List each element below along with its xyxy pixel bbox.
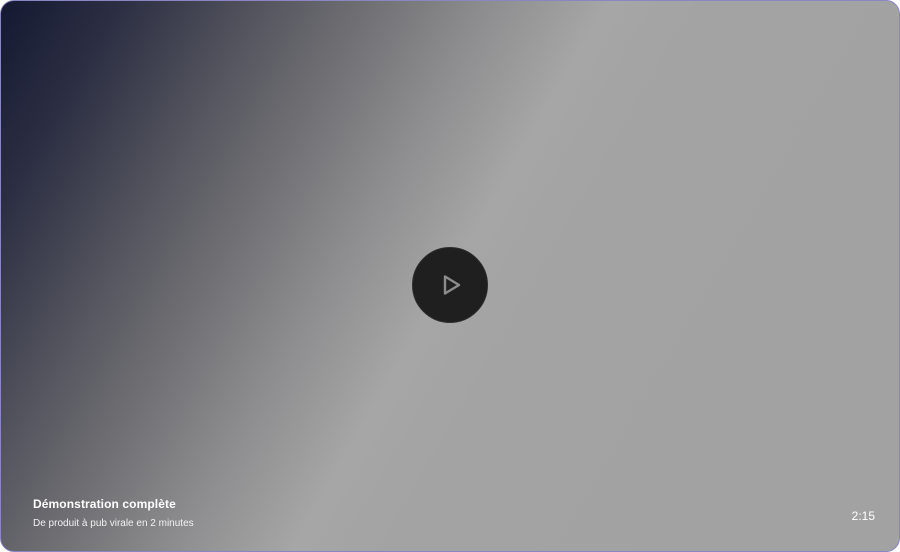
video-subtitle: De produit à pub virale en 2 minutes: [33, 518, 194, 529]
video-player[interactable]: Démonstration complète De produit à pub …: [0, 0, 900, 552]
play-icon: [443, 275, 461, 295]
video-title: Démonstration complète: [33, 497, 176, 511]
video-caption: Démonstration complète De produit à pub …: [33, 497, 194, 530]
video-duration: 2:15: [851, 509, 875, 523]
play-button[interactable]: [412, 247, 488, 323]
